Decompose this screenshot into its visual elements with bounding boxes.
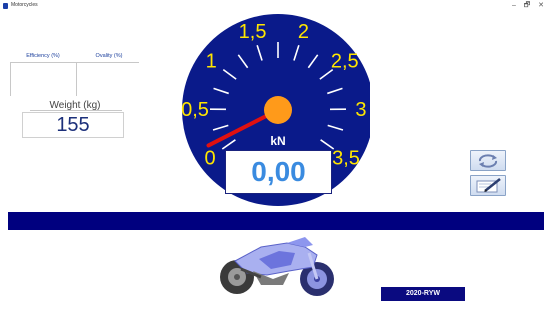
gauge-tick-label: 0,5 — [181, 99, 209, 121]
ovality-label: Ovality (%) — [95, 53, 123, 59]
gauge-tick-label: 0 — [204, 148, 215, 170]
maximize-button[interactable]: 🗗 — [522, 2, 532, 10]
gauge-tick-label: 2 — [298, 21, 309, 43]
edit-icon — [476, 178, 501, 193]
license-plate: 2020-RYW — [381, 287, 465, 301]
gauge-tick-label: 1 — [206, 51, 217, 73]
gauge-tick-label: 2,5 — [331, 51, 359, 73]
efficiency-label: Efficiency (%) — [26, 53, 60, 59]
weight-field: 155 — [22, 112, 124, 138]
efficiency-field-border — [10, 62, 11, 96]
edit-button[interactable] — [470, 175, 506, 196]
gauge-unit: kN — [270, 134, 285, 148]
refresh-icon — [478, 154, 498, 168]
force-value: 0,00 — [251, 156, 306, 187]
weight-value: 155 — [56, 114, 90, 136]
app-icon — [3, 3, 8, 9]
ovality-underline — [77, 62, 139, 63]
gauge-tick-label: 1,5 — [239, 21, 267, 43]
gauge-tick-label: 3 — [355, 99, 366, 121]
gauge-hub — [264, 96, 292, 124]
force-display: 0,00 — [225, 150, 332, 194]
weight-underline — [30, 110, 122, 111]
close-button[interactable]: ✕ — [536, 2, 546, 10]
gauge-tick-label: 3,5 — [332, 148, 360, 170]
ovality-field-border — [76, 62, 77, 96]
efficiency-underline — [10, 62, 76, 63]
status-banner — [8, 212, 544, 230]
refresh-button[interactable] — [470, 150, 506, 171]
motorcycle-image — [220, 237, 334, 296]
window-title: Motorcycles — [11, 2, 38, 8]
minimize-button[interactable]: – — [509, 2, 519, 10]
